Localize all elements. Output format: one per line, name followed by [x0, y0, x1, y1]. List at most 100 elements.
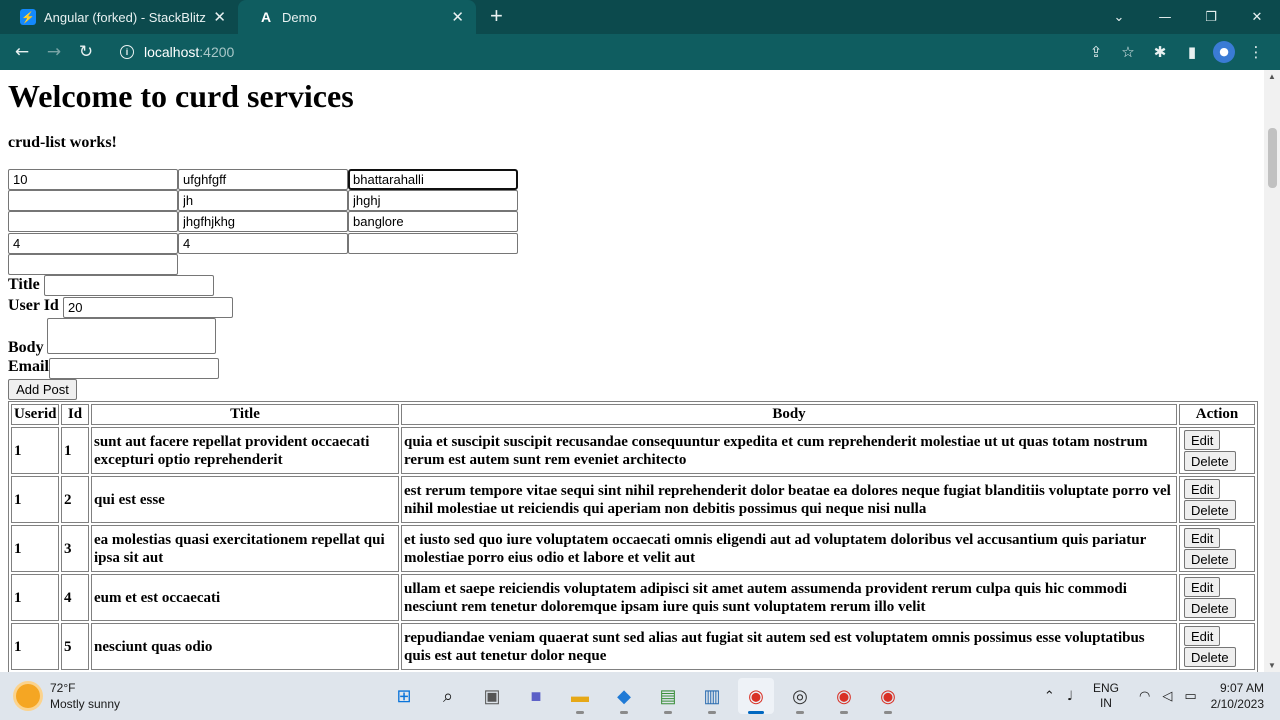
edit-button[interactable]: Edit: [1184, 479, 1221, 499]
delete-button[interactable]: Delete: [1184, 500, 1236, 520]
volume-icon[interactable]: ◁: [1162, 689, 1172, 704]
browser-tab-strip: ⚡ Angular (forked) - StackBlitz ✕ A Demo…: [0, 0, 1280, 34]
edit-button[interactable]: Edit: [1184, 626, 1221, 646]
chevron-up-icon[interactable]: ⌃: [1044, 689, 1055, 704]
scroll-up-icon[interactable]: ▲: [1268, 72, 1276, 81]
close-icon[interactable]: ✕: [451, 8, 464, 26]
minimize-icon[interactable]: —: [1142, 10, 1188, 25]
side-panel-icon[interactable]: ▮: [1176, 43, 1208, 61]
grid-input-r3c3[interactable]: [348, 211, 518, 232]
userid-input[interactable]: [63, 297, 233, 318]
grid-input-r1c1[interactable]: [8, 169, 178, 190]
tab-label: Angular (forked) - StackBlitz: [44, 9, 206, 25]
scrollbar-thumb[interactable]: [1268, 128, 1277, 188]
grid-input-r2c2[interactable]: [178, 190, 348, 211]
new-tab-button[interactable]: +: [490, 0, 503, 34]
notepad-plus-icon[interactable]: ▤: [650, 678, 686, 714]
grid-input-r1c3[interactable]: [348, 169, 518, 190]
close-icon[interactable]: ✕: [213, 8, 226, 26]
cell-body: repudiandae veniam quaerat sunt sed alia…: [401, 623, 1177, 670]
grid-input-r3c1[interactable]: [8, 211, 178, 232]
chrome-profile-icon[interactable]: ◉: [826, 678, 862, 714]
wifi-icon[interactable]: ◠: [1139, 689, 1150, 704]
menu-icon[interactable]: ⋮: [1240, 43, 1272, 61]
add-post-button[interactable]: Add Post: [8, 379, 77, 400]
avatar[interactable]: ●: [1213, 41, 1235, 63]
cell-title: eum et est occaecati: [91, 574, 399, 621]
forward-icon[interactable]: →: [38, 42, 70, 62]
grid-input-r2c3[interactable]: [348, 190, 518, 211]
vscode-icon[interactable]: ◆: [606, 678, 642, 714]
edit-button[interactable]: Edit: [1184, 577, 1221, 597]
system-tray: ⌃ ♩ ENG IN ◠ ◁ ▭ 9:07 AM 2/10/2023: [1038, 672, 1280, 720]
microphone-icon[interactable]: ♩: [1067, 689, 1073, 704]
userid-label: User Id: [8, 297, 59, 314]
column-header-action: Action: [1179, 404, 1255, 425]
delete-button[interactable]: Delete: [1184, 647, 1236, 667]
cell-id: 5: [61, 623, 89, 670]
reload-icon[interactable]: ↻: [70, 42, 102, 62]
task-view-icon[interactable]: ▣: [474, 678, 510, 714]
page-scrollbar[interactable]: ▲ ▼: [1264, 70, 1280, 672]
email-input[interactable]: [49, 358, 219, 379]
url-host: localhost: [144, 44, 200, 60]
grid-input-r2c1[interactable]: [8, 190, 178, 211]
grid-input-r4c3[interactable]: [348, 233, 518, 254]
posts-table: Userid Id Title Body Action 1 1 sunt aut…: [8, 401, 1258, 672]
weather-desc: Mostly sunny: [50, 697, 121, 711]
tab-label: Demo: [282, 9, 317, 25]
share-icon[interactable]: ⇪: [1080, 43, 1112, 61]
grid-input-r3c2[interactable]: [178, 211, 348, 232]
tab-stackblitz[interactable]: ⚡ Angular (forked) - StackBlitz ✕: [0, 0, 238, 34]
restore-icon[interactable]: ❐: [1188, 10, 1234, 25]
notepad-icon[interactable]: ▥: [694, 678, 730, 714]
cell-action: Edit Delete: [1179, 574, 1255, 621]
delete-button[interactable]: Delete: [1184, 598, 1236, 618]
obs-icon[interactable]: ◎: [782, 678, 818, 714]
chevron-down-icon[interactable]: ⌄: [1096, 10, 1142, 25]
table-row: 1 4 eum et est occaecati ullam et saepe …: [11, 574, 1255, 621]
clock[interactable]: 9:07 AM 2/10/2023: [1211, 680, 1264, 712]
extensions-icon[interactable]: ✱: [1144, 43, 1176, 61]
file-explorer-icon[interactable]: ▬: [562, 678, 598, 714]
back-icon[interactable]: ←: [6, 42, 38, 62]
delete-button[interactable]: Delete: [1184, 451, 1236, 471]
chrome-icon[interactable]: ◉: [738, 678, 774, 714]
table-row: 1 1 sunt aut facere repellat provident o…: [11, 427, 1255, 474]
delete-button[interactable]: Delete: [1184, 549, 1236, 569]
close-window-icon[interactable]: ✕: [1234, 10, 1280, 25]
edit-button[interactable]: Edit: [1184, 528, 1221, 548]
cell-id: 2: [61, 476, 89, 523]
grid-input-r4c2[interactable]: [178, 233, 348, 254]
chrome-canary-icon[interactable]: ◉: [870, 678, 906, 714]
toolbar-actions: ⇪ ☆ ✱ ▮ ● ⋮: [1080, 34, 1272, 70]
grid-input-r4c1[interactable]: [8, 233, 178, 254]
weather-widget[interactable]: 72°F Mostly sunny: [16, 680, 120, 712]
edit-button[interactable]: Edit: [1184, 430, 1221, 450]
title-label: Title: [8, 276, 40, 293]
body-textarea[interactable]: [47, 318, 216, 354]
cell-userid: 1: [11, 574, 59, 621]
cell-userid: 1: [11, 623, 59, 670]
start-icon[interactable]: ⊞: [386, 678, 422, 714]
grid-input-r5c1[interactable]: [8, 254, 178, 275]
table-row: 1 2 qui est esse est rerum tempore vitae…: [11, 476, 1255, 523]
component-status-text: crud-list works!: [8, 134, 117, 151]
language-indicator[interactable]: ENG IN: [1093, 681, 1119, 711]
battery-icon[interactable]: ▭: [1184, 689, 1196, 704]
cell-action: Edit Delete: [1179, 525, 1255, 572]
title-input[interactable]: [44, 275, 214, 296]
info-icon[interactable]: i: [120, 45, 134, 59]
address-bar[interactable]: i localhost:4200: [110, 38, 1110, 66]
taskbar-apps: ⊞ ⌕ ▣ ■ ▬ ◆ ▤ ▥ ◉ ◎ ◉ ◉: [386, 678, 914, 714]
table-row: 1 3 ea molestias quasi exercitationem re…: [11, 525, 1255, 572]
teams-icon[interactable]: ■: [518, 678, 554, 714]
page-title: Welcome to curd services: [8, 78, 354, 114]
tab-demo[interactable]: A Demo ✕: [238, 0, 476, 34]
cell-id: 1: [61, 427, 89, 474]
star-icon[interactable]: ☆: [1112, 43, 1144, 61]
scroll-down-icon[interactable]: ▼: [1268, 661, 1276, 670]
search-icon[interactable]: ⌕: [430, 678, 466, 714]
grid-input-r1c2[interactable]: [178, 169, 348, 190]
column-header-title: Title: [91, 404, 399, 425]
